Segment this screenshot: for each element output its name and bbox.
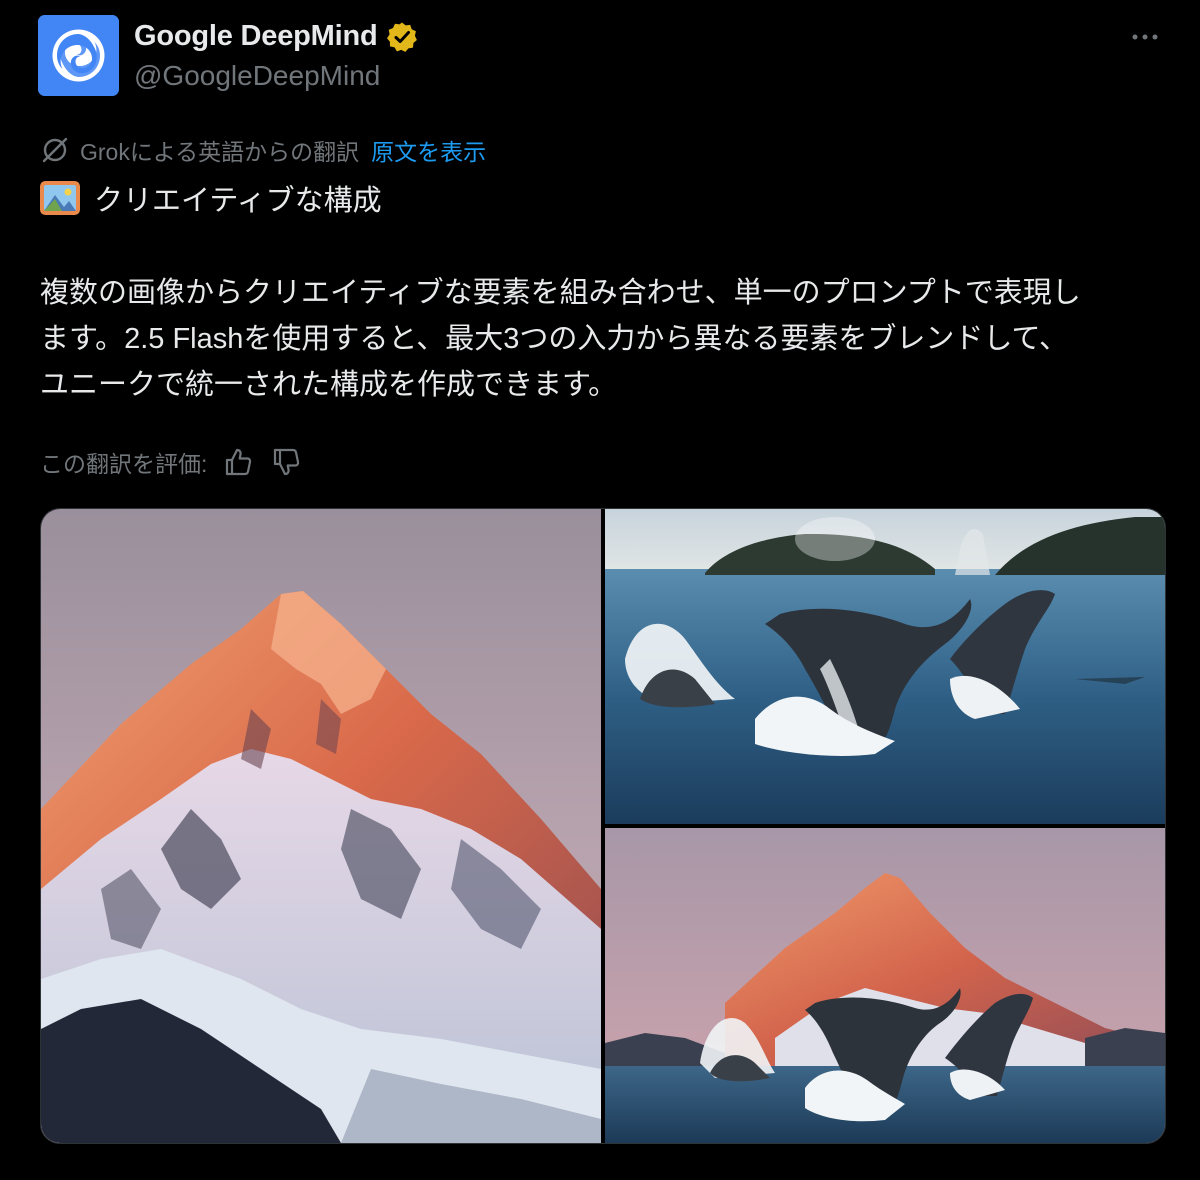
post-body-line: ユニークで統一された構成を作成できます。 <box>40 369 618 401</box>
show-original-link[interactable]: 原文を表示 <box>371 133 486 167</box>
post-body-line: ます。2.5 Flashを使用すると、最大3つの入力から異なる要素をブレンドして… <box>40 323 1069 355</box>
thumbs-down-icon[interactable] <box>269 445 303 479</box>
media-image-composite[interactable] <box>605 828 1165 1143</box>
media-grid <box>40 508 1166 1144</box>
post-body-line: 複数の画像からクリエイティブな要素を組み合わせ、単一のプロンプトで表現し <box>40 277 1081 309</box>
media-image-whales[interactable] <box>605 509 1165 824</box>
translation-notice: Grokによる英語からの翻訳 原文を表示 <box>40 133 486 167</box>
post-title-row: クリエイティブな構成 <box>40 176 382 220</box>
author-handle[interactable]: @GoogleDeepMind <box>134 60 380 92</box>
post-title: クリエイティブな構成 <box>94 185 382 217</box>
verified-badge-icon[interactable] <box>386 21 418 53</box>
translation-rating: この翻訳を評価: <box>40 442 303 482</box>
deepmind-logo-icon <box>38 15 119 96</box>
composite-image <box>605 828 1165 1143</box>
framed-picture-emoji-icon <box>40 181 80 215</box>
translation-label: Grokによる英語からの翻訳 <box>80 139 360 165</box>
grok-icon <box>42 137 68 163</box>
rating-label: この翻訳を評価: <box>40 451 208 477</box>
more-horizontal-icon <box>1132 34 1158 40</box>
thumbs-up-icon[interactable] <box>221 445 255 479</box>
media-image-mountain[interactable] <box>41 509 601 1143</box>
author-avatar[interactable] <box>38 15 119 96</box>
mountain-image <box>41 509 601 1143</box>
author-display-name[interactable]: Google DeepMind <box>134 20 378 53</box>
post-body-text: 複数の画像からクリエイティブな要素を組み合わせ、単一のプロンプトで表現し ます。… <box>40 270 1170 408</box>
more-options-button[interactable] <box>1128 22 1162 52</box>
author-name-row: Google DeepMind <box>134 20 418 53</box>
whales-image <box>605 509 1165 824</box>
